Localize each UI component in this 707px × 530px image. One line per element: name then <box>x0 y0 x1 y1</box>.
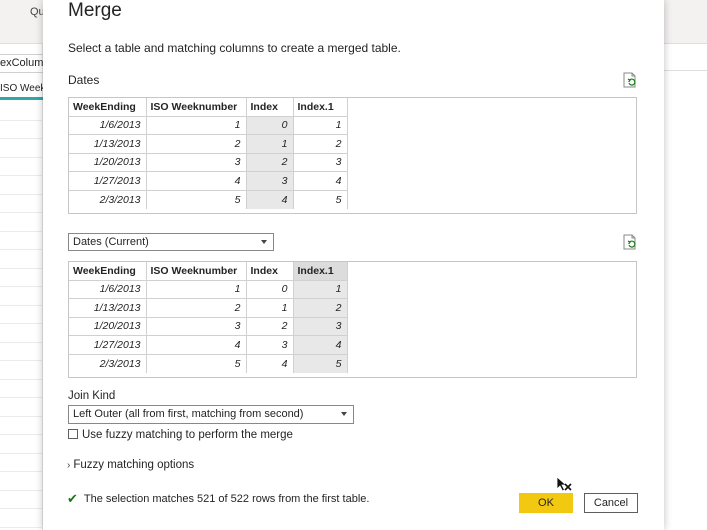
table-cell: 3 <box>293 317 348 337</box>
table-row: 1/6/2013 1 0 1 <box>69 280 348 300</box>
table-row: 1/20/2013 3 2 3 <box>69 317 348 337</box>
table-cell: 5 <box>293 190 348 209</box>
column-header-index-1[interactable]: Index.1 <box>293 98 348 117</box>
table-cell: 2 <box>246 317 294 337</box>
table-header-row: WeekEnding ISO Weeknumber Index Index.1 <box>69 98 348 117</box>
fuzzy-matching-checkbox[interactable] <box>68 429 78 439</box>
table-cell: 2 <box>146 298 247 318</box>
fuzzy-matching-checkbox-label: Use fuzzy matching to perform the merge <box>82 429 293 441</box>
fuzzy-matching-options-toggle[interactable]: › Fuzzy matching options <box>67 459 194 471</box>
table-cell: 2/3/2013 <box>69 190 147 209</box>
table-cell: 1 <box>146 280 247 300</box>
table-row: 1/20/2013 3 2 3 <box>69 153 348 173</box>
column-header-index[interactable]: Index <box>246 98 294 117</box>
table-cell: 1/13/2013 <box>69 134 147 154</box>
table-cell: 1 <box>293 116 348 136</box>
background-formula-bar: exColum <box>0 54 43 73</box>
table-cell: 3 <box>146 153 247 173</box>
table-cell: 1/20/2013 <box>69 317 147 337</box>
table-cell: 2/3/2013 <box>69 354 147 373</box>
column-header-weekending[interactable]: WeekEnding <box>69 98 147 117</box>
first-table-preview: WeekEnding ISO Weeknumber Index Index.1 … <box>68 97 637 214</box>
table-cell: 1/6/2013 <box>69 116 147 136</box>
table-cell: 0 <box>246 116 294 136</box>
background-ribbon-right <box>664 0 707 44</box>
mouse-cursor-icon <box>556 476 572 492</box>
chevron-down-icon <box>341 412 347 416</box>
column-header-index[interactable]: Index <box>246 262 294 281</box>
table-cell: 1/27/2013 <box>69 335 147 355</box>
table-cell: 1/6/2013 <box>69 280 147 300</box>
table-cell: 1/13/2013 <box>69 298 147 318</box>
table-row: 1/6/2013 1 0 1 <box>69 116 348 136</box>
table-row: 2/3/2013 5 4 5 <box>69 354 348 373</box>
table-cell: 1 <box>293 280 348 300</box>
merge-dialog: Merge Select a table and matching column… <box>43 0 664 530</box>
checkmark-icon: ✔ <box>67 491 78 506</box>
table-cell: 2 <box>246 153 294 173</box>
table-cell: 3 <box>146 317 247 337</box>
table-cell: 1/27/2013 <box>69 171 147 191</box>
table-cell: 0 <box>246 280 294 300</box>
chevron-right-icon: › <box>67 460 71 471</box>
table-row: 1/13/2013 2 1 2 <box>69 134 348 154</box>
first-table-grid: WeekEnding ISO Weeknumber Index Index.1 … <box>69 98 348 209</box>
table-row: 1/13/2013 2 1 2 <box>69 298 348 318</box>
table-cell: 1/20/2013 <box>69 153 147 173</box>
table-cell: 3 <box>293 153 348 173</box>
table-cell: 4 <box>293 335 348 355</box>
table-cell: 1 <box>246 134 294 154</box>
chevron-down-icon <box>261 240 267 244</box>
table-cell: 5 <box>293 354 348 373</box>
second-table-dropdown[interactable]: Dates (Current) <box>68 233 274 251</box>
match-status-text: The selection matches 521 of 522 rows fr… <box>83 493 370 505</box>
cancel-button[interactable]: Cancel <box>584 493 638 513</box>
column-header-iso-weeknumber[interactable]: ISO Weeknumber <box>146 262 247 281</box>
column-header-weekending[interactable]: WeekEnding <box>69 262 147 281</box>
table-cell: 1 <box>146 116 247 136</box>
fuzzy-matching-checkbox-row[interactable]: Use fuzzy matching to perform the merge <box>68 429 293 441</box>
table-cell: 4 <box>146 171 247 191</box>
join-kind-label: Join Kind <box>68 390 116 402</box>
background-divider <box>664 70 707 71</box>
refresh-preview-icon[interactable] <box>623 234 637 250</box>
column-header-index-1[interactable]: Index.1 <box>293 262 348 281</box>
table-cell: 4 <box>293 171 348 191</box>
dialog-title: Merge <box>68 0 122 21</box>
fuzzy-matching-options-label: Fuzzy matching options <box>73 459 195 471</box>
table-row: 1/27/2013 4 3 4 <box>69 335 348 355</box>
refresh-preview-icon[interactable] <box>623 72 637 88</box>
table-header-row: WeekEnding ISO Weeknumber Index Index.1 <box>69 262 348 281</box>
table-row: 1/27/2013 4 3 4 <box>69 171 348 191</box>
table-cell: 5 <box>146 190 247 209</box>
table-cell: 4 <box>246 190 294 209</box>
second-table-preview: WeekEnding ISO Weeknumber Index Index.1 … <box>68 261 637 378</box>
background-rows <box>0 102 43 528</box>
table-cell: 2 <box>293 134 348 154</box>
table-cell: 2 <box>293 298 348 318</box>
second-table-grid: WeekEnding ISO Weeknumber Index Index.1 … <box>69 262 348 373</box>
dialog-subtitle: Select a table and matching columns to c… <box>68 41 401 55</box>
table-cell: 2 <box>146 134 247 154</box>
second-table-dropdown-value: Dates (Current) <box>73 236 149 248</box>
table-cell: 3 <box>246 171 294 191</box>
background-ribbon: Qu <box>0 0 45 44</box>
match-status: ✔ The selection matches 521 of 522 rows f… <box>67 491 369 507</box>
table-cell: 5 <box>146 354 247 373</box>
ok-button[interactable]: OK <box>519 493 573 513</box>
table-cell: 3 <box>246 335 294 355</box>
background-column-header: ISO Week <box>0 80 43 100</box>
table-cell: 4 <box>146 335 247 355</box>
join-kind-dropdown[interactable]: Left Outer (all from first, matching fro… <box>68 405 354 424</box>
first-table-label: Dates <box>68 73 100 87</box>
table-row: 2/3/2013 5 4 5 <box>69 190 348 209</box>
column-header-iso-weeknumber[interactable]: ISO Weeknumber <box>146 98 247 117</box>
table-cell: 1 <box>246 298 294 318</box>
table-cell: 4 <box>246 354 294 373</box>
join-kind-value: Left Outer (all from first, matching fro… <box>73 408 304 420</box>
